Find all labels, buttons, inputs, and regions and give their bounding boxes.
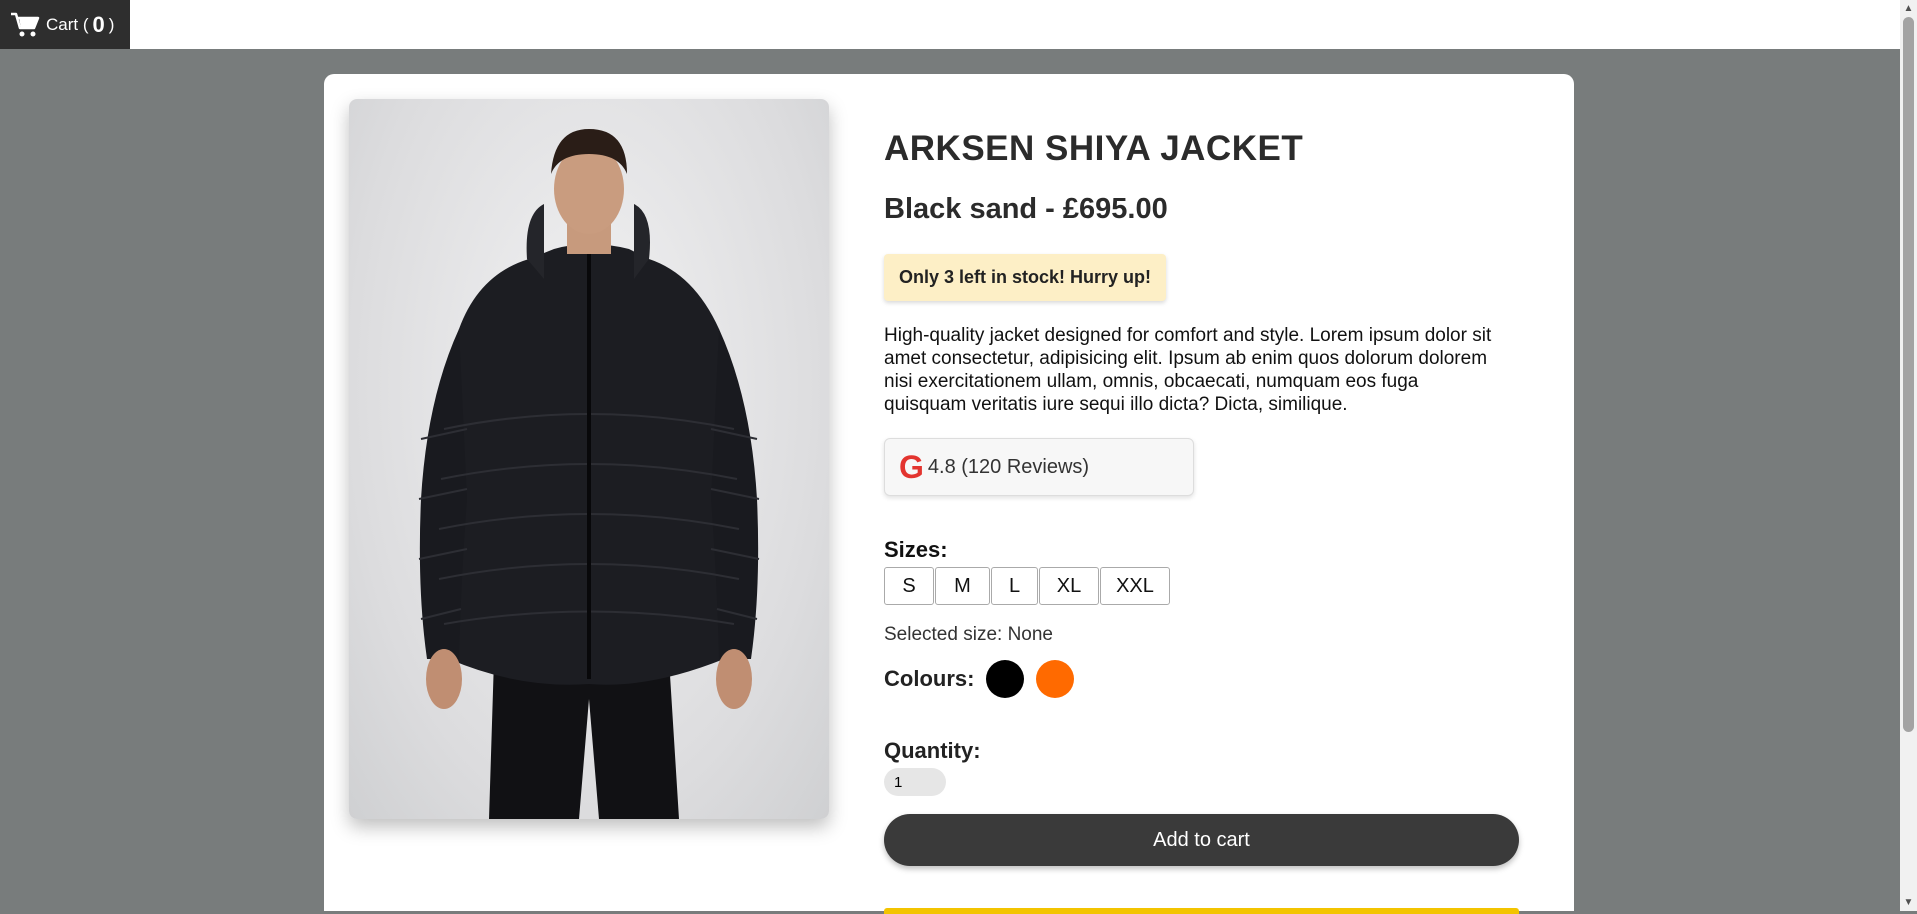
scroll-down-arrow-icon[interactable]: ▼: [1900, 894, 1917, 911]
scroll-up-arrow-icon[interactable]: ▲: [1900, 0, 1917, 17]
add-to-cart-button[interactable]: Add to cart: [884, 814, 1519, 866]
cart-label-pre: Cart (: [46, 14, 89, 34]
quantity-input[interactable]: [884, 768, 946, 796]
size-button-m[interactable]: M: [935, 567, 990, 605]
colour-options: Colours:: [884, 660, 1524, 698]
page-scrollbar[interactable]: ▲ ▼: [1900, 0, 1917, 911]
size-button-s[interactable]: S: [884, 567, 934, 605]
cart-button[interactable]: Cart ( 0 ): [0, 0, 130, 49]
reviews-badge[interactable]: G 4.8 (120 Reviews): [884, 438, 1194, 496]
product-title: ARKSEN SHIYA JACKET: [884, 129, 1304, 168]
product-description: High-quality jacket designed for comfort…: [884, 325, 1492, 415]
sizes-label: Sizes:: [884, 537, 948, 562]
colours-label: Colours:: [884, 666, 975, 691]
rating-text: 4.8 (120 Reviews): [927, 455, 1090, 478]
stock-notice: Only 3 left in stock! Hurry up!: [884, 254, 1167, 301]
scrollbar-thumb[interactable]: [1903, 17, 1914, 732]
accent-strip: [884, 908, 1519, 914]
cart-count: 0: [92, 11, 105, 37]
colour-swatch-orange[interactable]: [1036, 660, 1075, 698]
selected-size-text: Selected size: None: [884, 624, 1053, 645]
size-options: S M L XL XXL: [884, 567, 1524, 605]
colour-swatch-black[interactable]: [986, 660, 1025, 698]
google-icon: G: [899, 448, 924, 485]
cart-icon: [11, 12, 40, 36]
jacket-model-illustration: [418, 129, 760, 819]
product-image: [349, 99, 829, 819]
cart-label-post: ): [108, 14, 115, 34]
product-info: ARKSEN SHIYA JACKET Black sand - £695.00…: [884, 129, 1524, 866]
size-button-xxl[interactable]: XXL: [1100, 567, 1170, 605]
product-card: ARKSEN SHIYA JACKET Black sand - £695.00…: [324, 74, 1574, 914]
quantity-label: Quantity:: [884, 738, 981, 763]
size-button-l[interactable]: L: [991, 567, 1038, 605]
variant-price: Black sand - £695.00: [884, 193, 1168, 225]
top-bar: Cart ( 0 ): [0, 0, 1900, 49]
size-button-xl[interactable]: XL: [1039, 567, 1099, 605]
